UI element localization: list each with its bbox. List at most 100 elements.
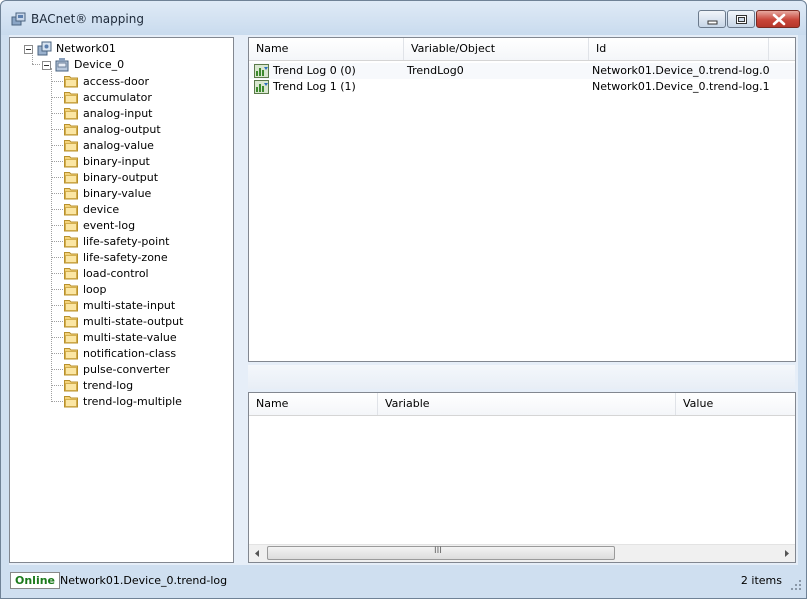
folder-icon xyxy=(64,156,78,168)
objects-grid-header: Name Variable/Object Id xyxy=(249,38,795,61)
connection-status-badge: Online xyxy=(10,572,61,589)
table-row[interactable]: Trend Log 1 (1) Network01.Device_0.trend… xyxy=(249,79,795,95)
folder-icon xyxy=(64,396,78,408)
tree-connector xyxy=(32,64,40,65)
tree-connector xyxy=(51,177,63,178)
network-app-icon xyxy=(11,12,26,26)
tree-node-label: multi-state-input xyxy=(83,298,176,312)
tree-node-label: binary-input xyxy=(83,154,150,168)
tree-node-trend-log-multiple[interactable]: trend-log-multiple xyxy=(63,393,182,409)
folder-icon xyxy=(64,364,78,376)
tree-node-load-control[interactable]: load-control xyxy=(63,265,149,281)
tree-node-multi-state-value[interactable]: multi-state-value xyxy=(63,329,177,345)
tree-node-label: Device_0 xyxy=(74,58,125,71)
table-row[interactable]: Trend Log 0 (0) TrendLog0 Network01.Devi… xyxy=(249,63,795,79)
network-icon xyxy=(37,41,52,56)
tree-connector xyxy=(51,305,63,306)
tree-node-event-log[interactable]: event-log xyxy=(63,217,135,233)
tree-node-label: event-log xyxy=(83,218,136,232)
tree-connector xyxy=(51,241,63,242)
tree-node-binary-value[interactable]: binary-value xyxy=(63,185,151,201)
tree-connector xyxy=(51,81,63,82)
folder-icon xyxy=(64,220,78,232)
tree-node-label: binary-output xyxy=(83,170,159,184)
resize-grip-icon[interactable] xyxy=(790,579,802,591)
tree-node-notification-class[interactable]: notification-class xyxy=(63,345,176,361)
window-title: BACnet® mapping xyxy=(31,12,144,26)
tree-node-analog-input[interactable]: analog-input xyxy=(63,105,153,121)
tree-node-label: analog-input xyxy=(83,106,153,120)
scrollbar-thumb[interactable]: III xyxy=(267,546,615,560)
scroll-left-button[interactable] xyxy=(249,545,266,562)
tree-node-analog-output[interactable]: analog-output xyxy=(63,121,161,137)
column-header-value[interactable]: Value xyxy=(676,393,795,415)
tree-node-label: pulse-converter xyxy=(83,362,170,376)
tree-connector xyxy=(51,369,63,370)
tree-node-label: analog-output xyxy=(83,122,161,136)
tree-node-multi-state-output[interactable]: multi-state-output xyxy=(63,313,183,329)
tree-connector xyxy=(51,385,63,386)
tree-connector xyxy=(51,129,63,130)
tree-node-pulse-converter[interactable]: pulse-converter xyxy=(63,361,170,377)
tree-connector xyxy=(51,337,63,338)
title-bar[interactable]: BACnet® mapping xyxy=(1,1,806,35)
tree-connector xyxy=(51,401,63,402)
object-name: Trend Log 1 (1) xyxy=(273,80,356,93)
scroll-right-button[interactable] xyxy=(778,545,795,562)
tree-node-label: life-safety-point xyxy=(83,234,170,248)
tree-node-label: binary-value xyxy=(83,186,152,200)
tree-node-analog-value[interactable]: analog-value xyxy=(63,137,154,153)
object-variable: TrendLog0 xyxy=(407,64,464,77)
tree-connector xyxy=(51,97,63,98)
tree-node-multi-state-input[interactable]: multi-state-input xyxy=(63,297,175,313)
folder-icon xyxy=(64,124,78,136)
folder-icon xyxy=(64,300,78,312)
tree-node-label: Network01 xyxy=(56,42,116,55)
folder-icon xyxy=(64,268,78,280)
column-header-variable-object[interactable]: Variable/Object xyxy=(404,38,589,60)
maximize-button[interactable] xyxy=(727,10,755,28)
collapse-toggle[interactable] xyxy=(42,61,51,70)
tree-node-life-safety-point[interactable]: life-safety-point xyxy=(63,233,170,249)
tree-connector xyxy=(51,68,52,400)
minimize-button[interactable] xyxy=(698,10,726,28)
tree-node-label: accumulator xyxy=(83,90,152,104)
tree-node-loop[interactable]: loop xyxy=(63,281,107,297)
horizontal-scrollbar[interactable]: III xyxy=(249,544,795,562)
tree-node-binary-output[interactable]: binary-output xyxy=(63,169,158,185)
column-header-id[interactable]: Id xyxy=(589,38,769,60)
tree-node-label: trend-log-multiple xyxy=(83,394,182,408)
tree-node-device[interactable]: device xyxy=(63,201,119,217)
tree-connector xyxy=(51,353,63,354)
folder-icon xyxy=(64,380,78,392)
close-button[interactable] xyxy=(756,10,800,28)
properties-grid[interactable]: Name Variable Value III xyxy=(248,392,796,563)
object-tree[interactable]: Network01 Device_0 access-door accumulato… xyxy=(9,37,234,563)
column-header-name[interactable]: Name xyxy=(249,393,378,415)
object-id: Network01.Device_0.trend-log.1 xyxy=(592,80,770,93)
collapse-toggle[interactable] xyxy=(24,45,33,54)
trend-log-icon xyxy=(254,80,269,94)
tree-node-label: life-safety-zone xyxy=(83,250,168,264)
column-header-name[interactable]: Name xyxy=(249,38,404,60)
folder-icon xyxy=(64,252,78,264)
tree-node-label: notification-class xyxy=(83,346,177,360)
tree-node-trend-log[interactable]: trend-log xyxy=(63,377,133,393)
tree-node-label: loop xyxy=(83,282,107,296)
tree-connector xyxy=(51,225,63,226)
tree-node-access-door[interactable]: access-door xyxy=(63,73,149,89)
tree-node-life-safety-zone[interactable]: life-safety-zone xyxy=(63,249,168,265)
folder-icon xyxy=(64,108,78,120)
app-window: BACnet® mapping Network01 Device_0 acces… xyxy=(0,0,807,599)
object-id: Network01.Device_0.trend-log.0 xyxy=(592,64,770,77)
pane-splitter[interactable] xyxy=(248,365,795,389)
tree-connector xyxy=(51,209,63,210)
tree-node-accumulator[interactable]: accumulator xyxy=(63,89,152,105)
column-header-variable[interactable]: Variable xyxy=(378,393,676,415)
item-count: 2 items xyxy=(740,574,782,587)
tree-connector xyxy=(51,193,63,194)
folder-icon xyxy=(64,236,78,248)
objects-grid[interactable]: Name Variable/Object Id Trend Log 0 (0) … xyxy=(248,37,796,362)
tree-node-binary-input[interactable]: binary-input xyxy=(63,153,150,169)
folder-icon xyxy=(64,204,78,216)
